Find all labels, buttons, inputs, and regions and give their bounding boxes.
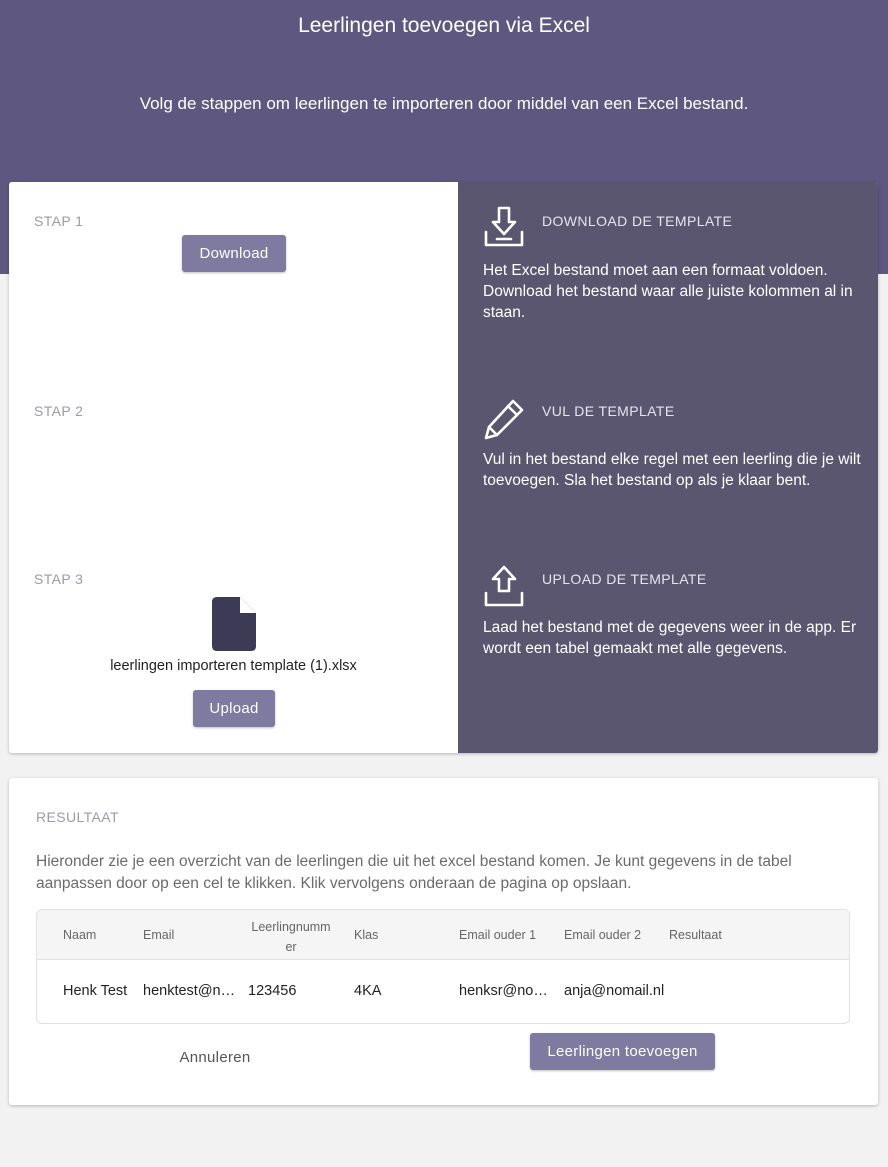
step-1-label: STAP 1	[34, 213, 84, 229]
cell-email-ouder-2[interactable]: anja@nomail.nl	[564, 983, 666, 999]
step-1-title: DOWNLOAD DE TEMPLATE	[542, 213, 733, 229]
page-subtitle: Volg de stappen om leerlingen te importe…	[139, 94, 749, 113]
cell-email-ouder-1[interactable]: henksr@nomail.nl	[459, 983, 557, 999]
step-3-title: UPLOAD DE TEMPLATE	[542, 571, 707, 587]
column-header-naam[interactable]: Naam	[63, 928, 96, 942]
column-header-email[interactable]: Email	[143, 928, 174, 942]
result-description: Hieronder zie je een overzicht van de le…	[36, 853, 792, 892]
table-header: Naam Email Leerlingnummer Klas Email oud…	[37, 910, 849, 960]
cell-leerlingnummer[interactable]: 123456	[248, 983, 344, 999]
step-2-text: Vul in het bestand elke regel met een le…	[483, 451, 861, 489]
column-header-klas[interactable]: Klas	[354, 928, 378, 942]
step-2-title: VUL DE TEMPLATE	[542, 403, 675, 419]
download-icon	[484, 206, 524, 247]
step-3-text: Laad het bestand met de gegevens weer in…	[483, 619, 857, 657]
students-table: Naam Email Leerlingnummer Klas Email oud…	[36, 909, 850, 1024]
steps-info-panel: DOWNLOAD DE TEMPLATE Het Excel bestand m…	[458, 182, 878, 753]
cell-naam[interactable]: Henk Test	[63, 983, 139, 999]
step-2-label: STAP 2	[34, 403, 84, 419]
file-icon	[212, 597, 256, 651]
cell-klas[interactable]: 4KA	[354, 983, 450, 999]
upload-icon	[484, 565, 524, 607]
column-header-email-ouder-2[interactable]: Email ouder 2	[564, 928, 641, 942]
cancel-button[interactable]: Annuleren	[159, 1043, 271, 1073]
column-header-leerlingnummer[interactable]: Leerlingnummer	[248, 917, 334, 957]
step-1-text: Het Excel bestand moet aan een formaat v…	[483, 262, 853, 321]
upload-button[interactable]: Upload	[193, 690, 275, 727]
steps-actions-panel: STAP 1 Download STAP 2 STAP 3 leerlingen…	[9, 182, 458, 753]
page-title: Leerlingen toevoegen via Excel	[298, 14, 590, 37]
result-card: RESULTAAT Hieronder zie je een overzicht…	[9, 778, 878, 1105]
add-students-button[interactable]: Leerlingen toevoegen	[530, 1033, 715, 1070]
result-label: RESULTAAT	[36, 809, 119, 825]
column-header-resultaat[interactable]: Resultaat	[669, 928, 722, 942]
download-button[interactable]: Download	[182, 235, 286, 272]
pencil-icon	[484, 399, 524, 440]
column-header-email-ouder-1[interactable]: Email ouder 1	[459, 928, 536, 942]
file-name: leerlingen importeren template (1).xlsx	[110, 658, 357, 674]
steps-card: STAP 1 Download STAP 2 STAP 3 leerlingen…	[9, 182, 878, 753]
cell-email[interactable]: henktest@nomail.nl	[143, 983, 240, 999]
step-3-label: STAP 3	[34, 571, 84, 587]
